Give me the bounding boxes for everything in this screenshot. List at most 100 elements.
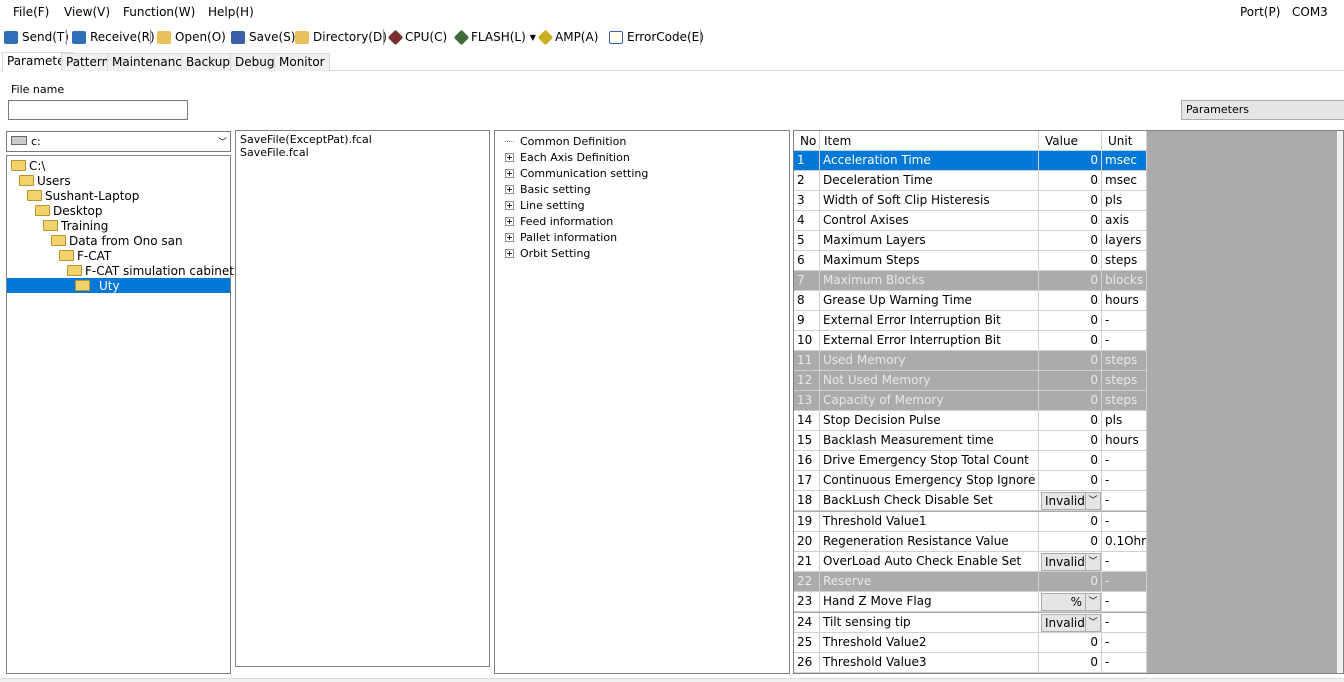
- tab-debug[interactable]: Debug: [230, 53, 280, 71]
- row-value[interactable]: 0: [1039, 191, 1102, 211]
- definition-node[interactable]: Pallet information: [505, 230, 617, 244]
- table-row[interactable]: 8 Grease Up Warning Time 0 hours: [794, 291, 1147, 311]
- expand-plus-icon[interactable]: [505, 152, 514, 162]
- menu-port[interactable]: Port(P): [1240, 5, 1280, 19]
- table-row[interactable]: 4 Control Axises 0 axis: [794, 211, 1147, 231]
- row-value[interactable]: 0: [1039, 211, 1102, 231]
- table-row[interactable]: 1 Acceleration Time 0 msec: [794, 151, 1147, 171]
- menu-view[interactable]: View(V): [64, 5, 110, 19]
- definition-node[interactable]: Each Axis Definition: [505, 150, 630, 164]
- table-row[interactable]: 19 Threshold Value1 0-: [794, 511, 1147, 532]
- table-row[interactable]: 17Continuous Emergency Stop Ignore Count…: [794, 471, 1147, 491]
- folder-item[interactable]: Desktop: [35, 203, 103, 218]
- row-value[interactable]: 0: [1039, 572, 1102, 592]
- tab-backup[interactable]: Backup: [181, 53, 235, 71]
- menu-file[interactable]: File(F): [13, 5, 49, 19]
- row-value[interactable]: 0: [1039, 231, 1102, 251]
- row-value[interactable]: 0: [1039, 351, 1102, 371]
- row-value[interactable]: 0: [1039, 271, 1102, 291]
- receive-button[interactable]: Receive(R): [72, 28, 155, 46]
- table-row[interactable]: 21 OverLoad Auto Check Enable Set Invalid ﹀…: [794, 551, 1147, 572]
- table-row[interactable]: 18 BackLush Check Disable Set Invalid ﹀ -: [794, 491, 1147, 511]
- folder-item[interactable]: C:\: [11, 158, 45, 173]
- chevron-down-icon[interactable]: ﹀: [1085, 594, 1100, 610]
- row-value[interactable]: 0: [1039, 411, 1102, 431]
- errorcode-button[interactable]: ErrorCode(E): [609, 28, 704, 46]
- vertical-scrollbar[interactable]: [1337, 131, 1343, 673]
- row-value[interactable]: 0: [1039, 653, 1102, 673]
- expand-plus-icon[interactable]: [505, 232, 514, 242]
- parameters-select[interactable]: Parameters: [1181, 100, 1344, 120]
- value-combo[interactable]: Invalid ﹀: [1041, 492, 1101, 510]
- menu-help[interactable]: Help(H): [208, 5, 254, 19]
- value-combo[interactable]: Invalid ﹀: [1041, 613, 1101, 632]
- table-row[interactable]: 13 Capacity of Memory 0 steps: [794, 391, 1147, 411]
- table-row[interactable]: 3 Width of Soft Clip Histeresis 0 pls: [794, 191, 1147, 211]
- row-value[interactable]: 0: [1039, 511, 1102, 532]
- folder-tree[interactable]: C:\ Users Sushant-Laptop Desktop Training Dat…: [6, 155, 280, 674]
- table-row[interactable]: 24 Tilt sensing tip Invalid ﹀ -: [794, 612, 1147, 633]
- row-value[interactable]: 0: [1039, 391, 1102, 411]
- chevron-down-icon[interactable]: ﹀: [1085, 553, 1100, 570]
- expand-plus-icon[interactable]: [505, 200, 514, 210]
- file-list[interactable]: SaveFile(ExceptPat).fcal SaveFile.fcal: [235, 130, 490, 667]
- row-value[interactable]: 0: [1039, 471, 1102, 491]
- row-value[interactable]: 0: [1039, 151, 1102, 171]
- expand-plus-icon[interactable]: [505, 216, 514, 226]
- definition-node[interactable]: Orbit Setting: [505, 246, 590, 260]
- definition-node[interactable]: Communication setting: [505, 166, 648, 180]
- folder-item[interactable]: Uty: [7, 278, 230, 293]
- menu-function[interactable]: Function(W): [123, 5, 195, 19]
- table-row[interactable]: 20Regeneration Resistance Value00.1Ohm: [794, 531, 1147, 552]
- folder-item[interactable]: Data from Ono san: [51, 233, 183, 248]
- drive-combo[interactable]: c: ﹀: [6, 131, 231, 152]
- table-row[interactable]: 6 Maximum Steps 0 steps: [794, 251, 1147, 271]
- table-row[interactable]: 2 Deceleration Time 0 msec: [794, 171, 1147, 191]
- definition-tree[interactable]: Common Definition Each Axis Definition Com…: [494, 130, 790, 674]
- flash-dropdown-arrow-icon[interactable]: ▼: [530, 33, 536, 42]
- folder-item[interactable]: F-CAT: [59, 248, 111, 263]
- table-row[interactable]: 15 Backlash Measurement time 0 hours: [794, 431, 1147, 451]
- row-value[interactable]: 0: [1039, 633, 1102, 653]
- send-button[interactable]: Send(T): [4, 28, 69, 46]
- table-row[interactable]: 10 External Error Interruption Bit 0-: [794, 331, 1147, 351]
- row-value[interactable]: 0: [1039, 311, 1102, 331]
- folder-item[interactable]: Users: [19, 173, 71, 188]
- table-row[interactable]: 22 Reserve 0-: [794, 572, 1147, 592]
- chevron-down-icon[interactable]: ﹀: [1085, 493, 1100, 509]
- chevron-down-icon[interactable]: ﹀: [1085, 614, 1100, 631]
- row-value[interactable]: 0: [1039, 531, 1102, 552]
- folder-item[interactable]: Sushant-Laptop: [27, 188, 139, 203]
- cpu-button[interactable]: CPU(C): [387, 28, 447, 46]
- folder-item[interactable]: Training: [43, 218, 108, 233]
- table-row[interactable]: 16 Drive Emergency Stop Total Count 0-: [794, 451, 1147, 471]
- value-combo[interactable]: % ﹀: [1041, 593, 1101, 611]
- row-value[interactable]: 0: [1039, 371, 1102, 391]
- table-row[interactable]: 7 Maximum Blocks 0 blocks: [794, 271, 1147, 291]
- expand-plus-icon[interactable]: [505, 184, 514, 194]
- parameter-grid[interactable]: No Item Value Unit 1 Acceleration Time 0 ms…: [793, 130, 1344, 674]
- table-row[interactable]: 12 Not Used Memory 0 steps: [794, 371, 1147, 391]
- definition-node[interactable]: Line setting: [505, 198, 585, 212]
- save-button[interactable]: Save(S): [231, 28, 295, 46]
- file-item[interactable]: SaveFile.fcal: [240, 146, 309, 159]
- flash-button[interactable]: FLASH(L) ▼: [453, 28, 536, 46]
- row-value[interactable]: 0: [1039, 431, 1102, 451]
- table-row[interactable]: 11 Used Memory 0 steps: [794, 351, 1147, 371]
- expand-plus-icon[interactable]: [505, 248, 514, 258]
- table-row[interactable]: 25 Threshold Value2 0-: [794, 633, 1147, 653]
- row-value[interactable]: 0: [1039, 331, 1102, 351]
- value-combo[interactable]: Invalid ﹀: [1041, 552, 1101, 571]
- row-value[interactable]: 0: [1039, 291, 1102, 311]
- table-row[interactable]: 9 External Error Interruption Bit 0-: [794, 311, 1147, 331]
- amp-button[interactable]: AMP(A): [537, 28, 598, 46]
- definition-node[interactable]: Basic setting: [505, 182, 591, 196]
- tab-monitor[interactable]: Monitor: [274, 53, 330, 71]
- expand-plus-icon[interactable]: [505, 168, 514, 178]
- definition-node[interactable]: Common Definition: [505, 134, 626, 148]
- table-row[interactable]: 14 Stop Decision Pulse 0 pls: [794, 411, 1147, 431]
- row-value[interactable]: 0: [1039, 251, 1102, 271]
- definition-node[interactable]: Feed information: [505, 214, 613, 228]
- file-name-input[interactable]: [8, 100, 188, 120]
- row-value[interactable]: 0: [1039, 451, 1102, 471]
